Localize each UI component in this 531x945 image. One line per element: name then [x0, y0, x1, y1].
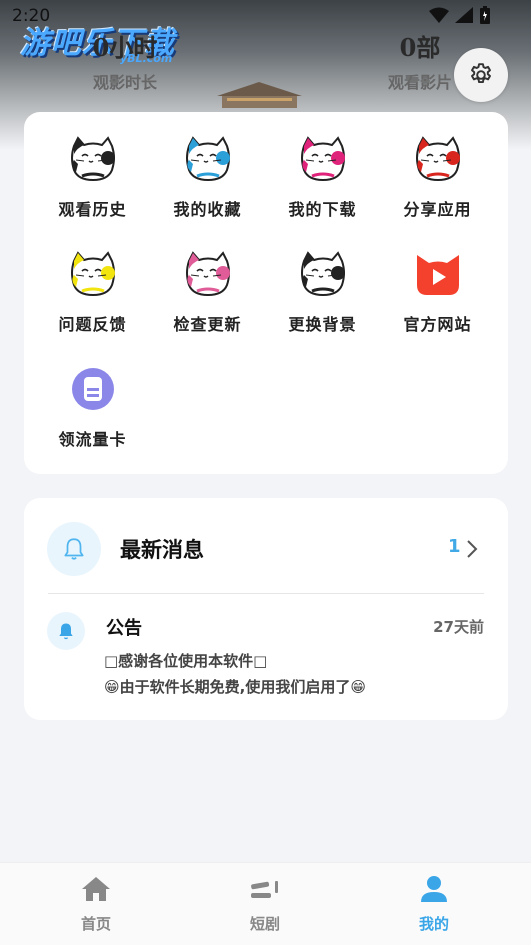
- tab-mine-label: 我的: [418, 915, 449, 933]
- grid-item-label: 问题反馈: [58, 315, 127, 334]
- grid-item-label: 我的下载: [288, 200, 357, 219]
- stat-watch-time: 0小时 观影时长: [70, 28, 180, 93]
- grid-item-label: 分享应用: [403, 200, 472, 219]
- feature-grid-card: 观看历史 我的收藏 我的下载 分享应用 问题反馈 检查更新 更换背景 官方网站: [24, 112, 508, 474]
- grid-item-feedback[interactable]: 问题反馈: [35, 251, 150, 335]
- cat-favorites-icon: [185, 136, 230, 182]
- cat-history-icon: [70, 136, 115, 182]
- grid-item-downloads[interactable]: 我的下载: [265, 136, 380, 220]
- grid-item-sim-card[interactable]: 领流量卡: [35, 366, 150, 450]
- bell-icon: [64, 538, 84, 560]
- cat-feedback-icon: [70, 251, 115, 297]
- stat-watch-time-value: 0小时: [92, 33, 158, 62]
- battery-icon: [480, 6, 490, 24]
- cat-share-icon: [415, 136, 460, 182]
- short-drama-icon: [251, 881, 278, 898]
- sim-card-icon: [71, 368, 114, 410]
- stat-watch-time-label: 观影时长: [92, 73, 157, 92]
- notice-title: 公告: [106, 618, 142, 639]
- signal-icon: [455, 7, 473, 23]
- building-image: [217, 82, 302, 108]
- grid-item-check-update[interactable]: 检查更新: [150, 251, 265, 335]
- play-cat-icon: [416, 255, 459, 295]
- chevron-right-icon[interactable]: [466, 539, 478, 559]
- notice-line-1: □感谢各位使用本软件□: [104, 652, 268, 670]
- gear-icon: [471, 63, 491, 84]
- grid-item-official-site[interactable]: 官方网站: [380, 251, 495, 335]
- wifi-icon: [429, 7, 449, 23]
- grid-item-label: 我的收藏: [173, 200, 242, 219]
- cat-background-icon: [300, 251, 345, 297]
- grid-item-history[interactable]: 观看历史: [35, 136, 150, 220]
- home-icon: [82, 877, 110, 901]
- grid-item-label: 更换背景: [288, 315, 357, 334]
- tab-mine[interactable]: 我的: [374, 875, 494, 934]
- grid-item-label: 观看历史: [58, 200, 127, 219]
- grid-item-label: 领流量卡: [58, 430, 127, 449]
- status-icons: [429, 6, 491, 24]
- grid-item-label: 检查更新: [173, 315, 242, 334]
- person-icon: [421, 876, 447, 902]
- tab-short-drama-label: 短剧: [249, 915, 280, 933]
- message-bell-badge: [47, 522, 101, 576]
- cat-update-icon: [185, 251, 230, 297]
- messages-card[interactable]: 最新消息 1 公告 27天前 □感谢各位使用本软件□ 😁由于软件长期免费,使用我…: [24, 498, 508, 720]
- cat-downloads-icon: [300, 136, 345, 182]
- notice-bell-badge: [47, 612, 85, 650]
- notice-line-2: 😁由于软件长期免费,使用我们启用了😁: [104, 678, 366, 696]
- tab-home[interactable]: 首页: [36, 875, 156, 934]
- grid-item-share[interactable]: 分享应用: [380, 136, 495, 220]
- tab-home-label: 首页: [80, 915, 111, 933]
- messages-divider: [48, 593, 484, 594]
- grid-item-label: 官方网站: [403, 315, 472, 334]
- grid-item-change-background[interactable]: 更换背景: [265, 251, 380, 335]
- notice-time: 27天前: [433, 618, 484, 636]
- messages-count: 1: [448, 536, 461, 557]
- tab-short-drama[interactable]: 短剧: [205, 875, 325, 934]
- messages-title: 最新消息: [120, 537, 204, 562]
- grid-item-favorites[interactable]: 我的收藏: [150, 136, 265, 220]
- bell-filled-icon: [59, 623, 73, 640]
- bottom-tab-bar: 首页 短剧 我的: [0, 862, 531, 945]
- settings-button[interactable]: [454, 48, 508, 102]
